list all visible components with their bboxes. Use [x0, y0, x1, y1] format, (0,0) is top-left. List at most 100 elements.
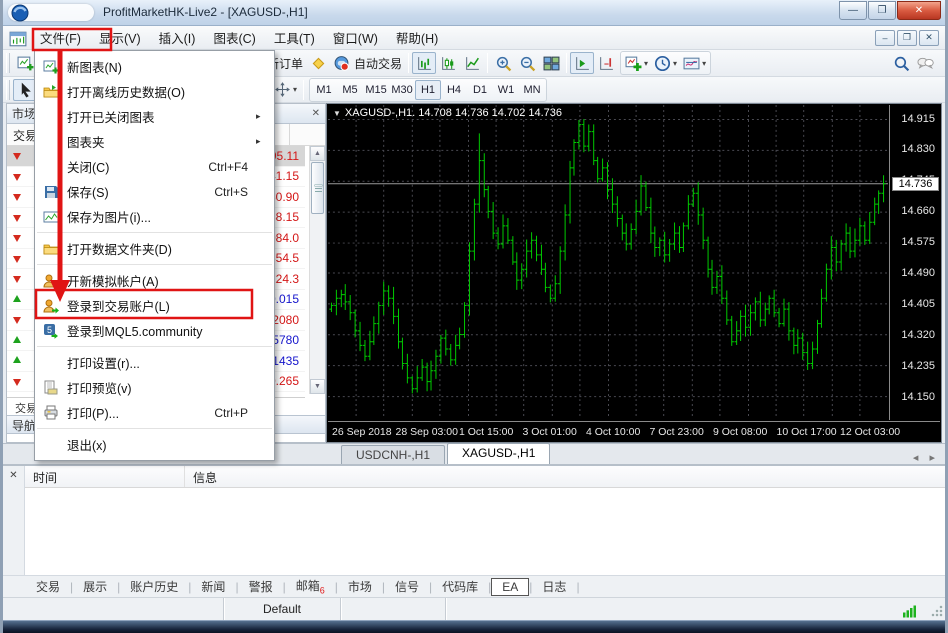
timeframe-button-H4[interactable]: H4 — [441, 80, 467, 100]
tabs-scroll-right-icon[interactable]: ▸ — [929, 452, 935, 464]
terminal-tab-市场[interactable]: 市场 — [338, 576, 382, 597]
chart-dropdown-icon[interactable]: ▼ — [333, 109, 341, 118]
file-menu-item[interactable]: 保存为图片(i)... — [35, 204, 274, 229]
toolbar-drag-handle[interactable] — [6, 80, 10, 100]
timeframe-button-M30[interactable]: M30 — [389, 80, 415, 100]
templates-dropdown[interactable]: ▾ — [680, 52, 709, 74]
time-axis[interactable]: 26 Sep 201828 Sep 03:001 Oct 15:003 Oct … — [328, 421, 940, 441]
terminal-tab-邮箱[interactable]: 邮箱6 — [286, 575, 335, 597]
market-watch-close-icon[interactable]: ✕ — [312, 108, 320, 119]
candlestick-mode-button[interactable] — [436, 52, 460, 74]
file-menu-item[interactable]: 登录到交易账户(L) — [35, 293, 274, 318]
periods-dropdown[interactable]: ▾ — [651, 52, 680, 74]
menubar-item-H[interactable]: 帮助(H) — [387, 25, 447, 50]
terminal-tab-账户历史[interactable]: 账户历史 — [120, 576, 188, 597]
candlestick-icon — [440, 55, 457, 72]
auto-scroll-button[interactable] — [570, 52, 594, 74]
zoom-in-button[interactable] — [491, 52, 515, 74]
chart-shift-button[interactable] — [594, 52, 618, 74]
timeframe-button-H1[interactable]: H1 — [415, 80, 441, 100]
mdi-minimize-button[interactable]: – — [875, 30, 895, 46]
price-axis[interactable]: 14.91514.83014.74514.66014.57514.49014.4… — [889, 105, 941, 420]
file-menu-item[interactable]: 打印预览(v) — [35, 375, 274, 400]
terminal-tab-交易[interactable]: 交易 — [26, 576, 70, 597]
file-menu-item[interactable]: 保存(S)Ctrl+S — [35, 179, 274, 204]
chart-window-icon[interactable] — [9, 30, 27, 46]
clock-icon — [654, 55, 671, 72]
menubar-item-W[interactable]: 窗口(W) — [324, 25, 387, 50]
terminal-tab-展示[interactable]: 展示 — [73, 576, 117, 597]
price-up-arrow-icon — [13, 352, 21, 363]
timeframe-button-MN[interactable]: MN — [519, 80, 545, 100]
toolbar-drag-handle[interactable] — [6, 53, 10, 73]
terminal-tab-日志[interactable]: 日志 — [532, 576, 576, 597]
cursor-icon — [17, 81, 34, 98]
time-tick-label: 3 Oct 01:00 — [523, 426, 577, 438]
line-chart-mode-button[interactable] — [460, 52, 484, 74]
chart-plot-area[interactable] — [328, 105, 888, 420]
file-menu-item[interactable]: 关闭(C)Ctrl+F4 — [35, 154, 274, 179]
file-menu-item[interactable]: 打开数据文件夹(D) — [35, 236, 274, 261]
tabs-scroll-left-icon[interactable]: ◂ — [913, 452, 919, 464]
cursor-tools-dropdown[interactable]: ▾ — [271, 79, 300, 101]
file-menu-item[interactable]: 打印设置(r)... — [35, 350, 274, 375]
menubar-item-C[interactable]: 图表(C) — [204, 25, 264, 50]
terminal-close-icon[interactable]: ✕ — [3, 470, 24, 481]
timeframe-button-D1[interactable]: D1 — [467, 80, 493, 100]
window-frame-bottom — [3, 620, 945, 633]
minimize-button[interactable]: — — [839, 1, 867, 20]
scroll-down-button[interactable]: ▼ — [310, 379, 325, 394]
file-menu-item[interactable]: 开新模拟帐户(A) — [35, 268, 274, 293]
resize-grip[interactable] — [931, 605, 943, 617]
file-menu-item[interactable]: 图表夹▸ — [35, 129, 274, 154]
file-menu-item[interactable]: 打印(P)...Ctrl+P — [35, 400, 274, 425]
file-menu-item[interactable]: 新图表(N) — [35, 54, 274, 79]
close-button[interactable]: ✕ — [897, 1, 941, 20]
profile-status-cell[interactable]: Default — [223, 598, 340, 620]
chart-tab-USDCNHH1[interactable]: USDCNH-,H1 — [341, 445, 445, 464]
message-column-header[interactable]: 信息 — [185, 466, 945, 487]
indicators-dropdown[interactable]: ▾ — [622, 52, 651, 74]
chat-button[interactable] — [913, 52, 937, 74]
file-menu-item[interactable]: 5登录到MQL5.community — [35, 318, 274, 343]
terminal-tab-信号[interactable]: 信号 — [385, 576, 429, 597]
timeframe-button-M15[interactable]: M15 — [363, 80, 389, 100]
terminal-tab-警报[interactable]: 警报 — [239, 576, 283, 597]
tile-windows-button[interactable] — [539, 52, 563, 74]
terminal-tab-新闻[interactable]: 新闻 — [191, 576, 235, 597]
file-menu-item[interactable]: 退出(x) — [35, 432, 274, 457]
timeframe-button-W1[interactable]: W1 — [493, 80, 519, 100]
chart-panel[interactable]: ▼XAGUSD-,H1. 14.708 14.736 14.702 14.736… — [326, 103, 942, 443]
bar-chart-mode-button[interactable] — [412, 52, 436, 74]
timeframe-button-M1[interactable]: M1 — [311, 80, 337, 100]
mdi-close-button[interactable]: ✕ — [919, 30, 939, 46]
zoom-out-button[interactable] — [515, 52, 539, 74]
menu-item-label: 打印设置(r)... — [63, 353, 256, 372]
terminal-gutter: ✕ — [3, 466, 25, 575]
file-menu-item[interactable]: 打开已关闭图表▸ — [35, 104, 274, 129]
terminal-tab-代码库[interactable]: 代码库 — [432, 576, 488, 597]
panel-grip-icon[interactable] — [6, 579, 22, 595]
caret-icon: ▾ — [702, 59, 706, 68]
menu-item-label: 登录到MQL5.community — [63, 321, 256, 340]
scroll-up-button[interactable]: ▲ — [310, 146, 325, 161]
autotrade-button[interactable]: 自动交易 — [330, 52, 405, 74]
search-button[interactable] — [889, 52, 913, 74]
menubar-item-F[interactable]: 文件(F) — [31, 25, 90, 50]
restore-button[interactable]: ❐ — [868, 1, 896, 20]
timeframe-button-M5[interactable]: M5 — [337, 80, 363, 100]
file-menu-item[interactable]: 打开离线历史数据(O) — [35, 79, 274, 104]
print-preview-icon — [39, 379, 63, 396]
menubar-item-V[interactable]: 显示(V) — [90, 25, 150, 50]
menubar-item-T[interactable]: 工具(T) — [265, 25, 324, 50]
time-column-header[interactable]: 时间 — [25, 466, 185, 487]
menubar-item-I[interactable]: 插入(I) — [150, 25, 205, 50]
scrollbar-thumb[interactable] — [311, 162, 324, 214]
mdi-restore-button[interactable]: ❐ — [897, 30, 917, 46]
market-watch-scrollbar[interactable]: ▲ ▼ — [309, 146, 325, 394]
profile-name: Default — [263, 602, 301, 616]
terminal-tab-EA[interactable]: EA — [491, 578, 529, 596]
chart-tab-XAGUSDH1[interactable]: XAGUSD-,H1 — [447, 443, 550, 464]
menu-item-label: 打印(P)... — [63, 403, 214, 422]
metaeditor-button[interactable] — [306, 52, 330, 74]
